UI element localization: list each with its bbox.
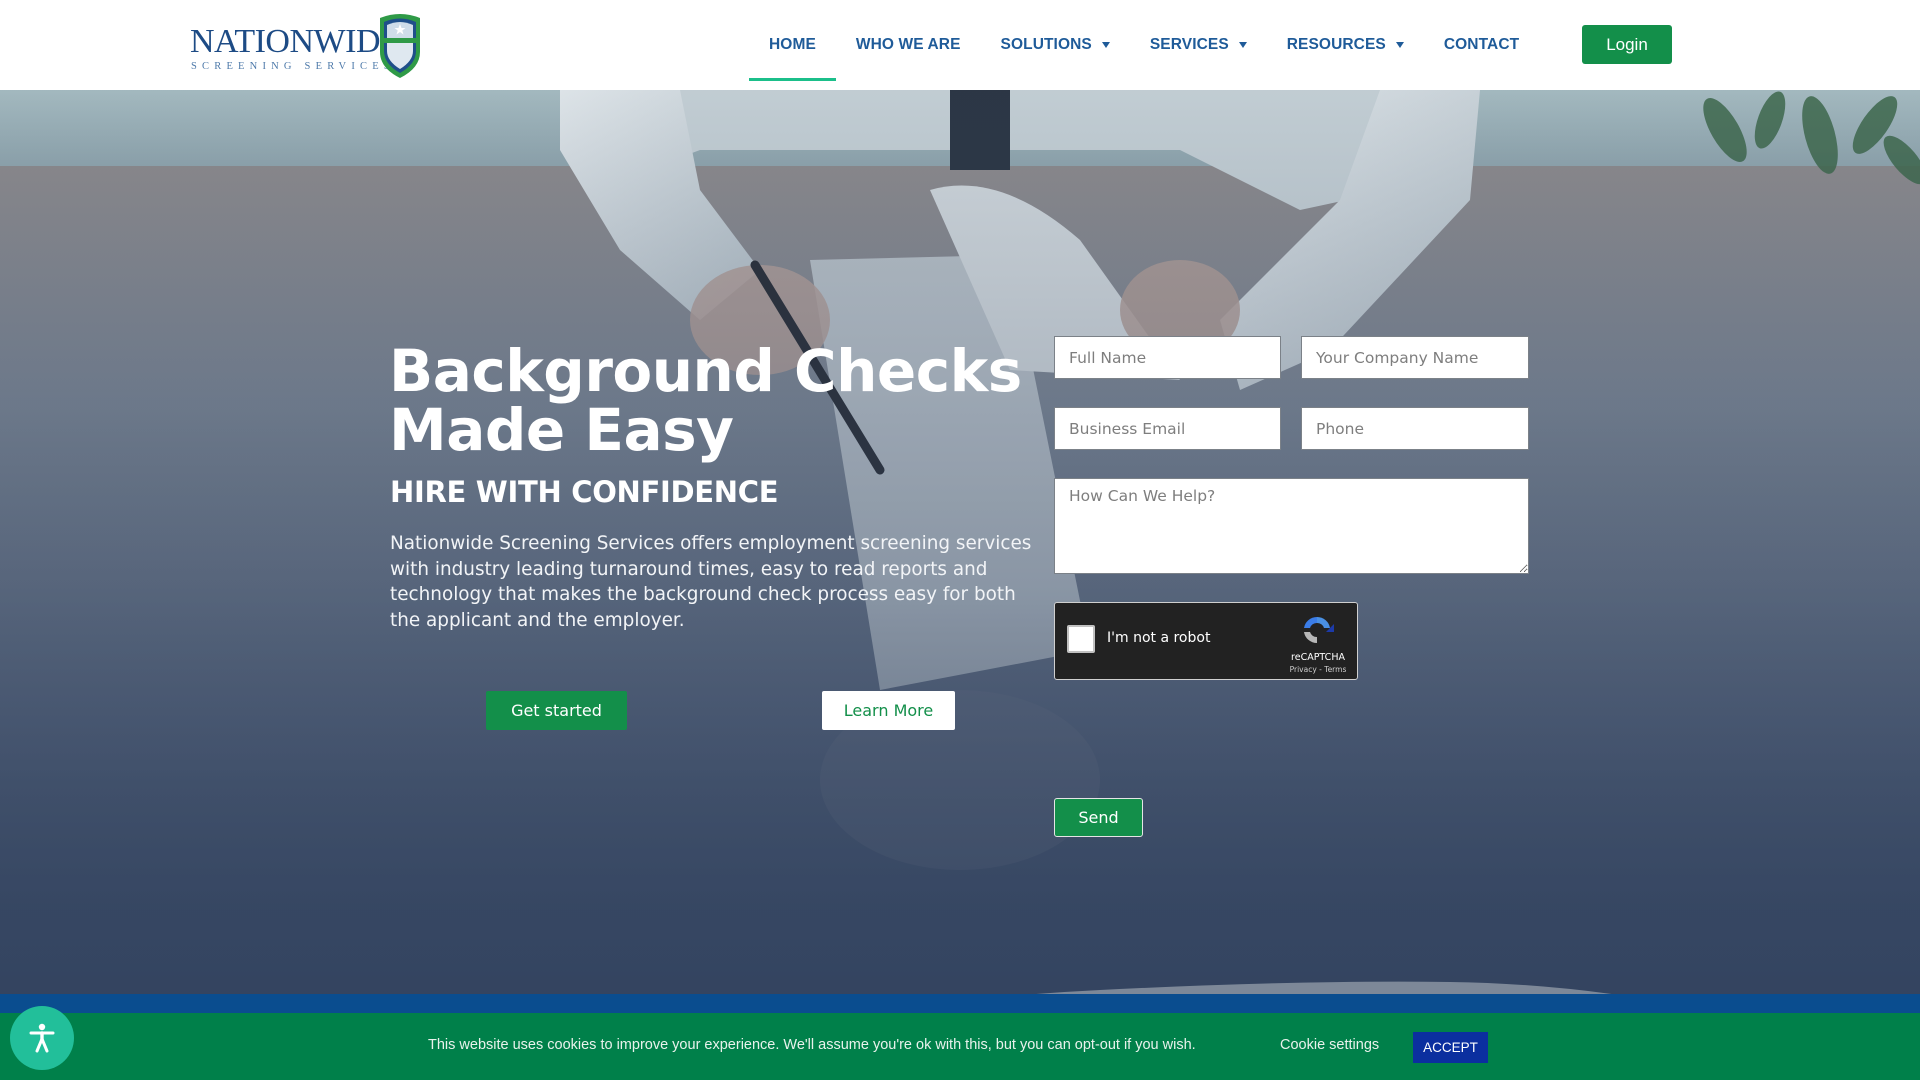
nav-item-who-we-are[interactable]: WHO WE ARE	[836, 0, 981, 90]
learn-more-button[interactable]: Learn More	[822, 691, 955, 730]
nav-label: HOME	[769, 36, 816, 53]
nav-label: RESOURCES	[1286, 36, 1386, 53]
main-nav: HOME WHO WE ARE SOLUTIONS SERVICES RESOU…	[749, 0, 1539, 90]
nav-item-solutions[interactable]: SOLUTIONS	[981, 0, 1130, 90]
company-name-input[interactable]	[1301, 336, 1529, 379]
site-header: NATIONWIDE SCREENING SERVICES HOME WHO W…	[0, 0, 1920, 90]
nav-item-resources[interactable]: RESOURCES	[1267, 0, 1424, 90]
site-logo[interactable]: NATIONWIDE SCREENING SERVICES	[188, 12, 424, 80]
recaptcha-privacy-link[interactable]: Privacy	[1290, 665, 1317, 674]
nav-label: SERVICES	[1149, 36, 1229, 53]
logo-wordmark: NATIONWIDE	[190, 23, 401, 60]
nav-label: WHO WE ARE	[855, 36, 961, 53]
shield-star-icon	[380, 14, 420, 78]
get-started-button[interactable]: Get started	[486, 691, 627, 730]
message-textarea[interactable]	[1054, 478, 1529, 574]
caret-down-icon	[1238, 42, 1247, 48]
caret-down-icon	[1101, 42, 1110, 48]
nav-item-contact[interactable]: CONTACT	[1424, 0, 1539, 90]
cookie-accept-button[interactable]: ACCEPT	[1413, 1032, 1488, 1063]
recaptcha-widget: I'm not a robot reCAPTCHA Privacy - Term…	[1054, 602, 1358, 680]
recaptcha-brand: reCAPTCHA	[1291, 652, 1345, 663]
phone-input[interactable]	[1301, 407, 1529, 450]
recaptcha-links: Privacy - Terms	[1280, 665, 1356, 674]
cookie-settings-link[interactable]: Cookie settings	[1280, 1037, 1379, 1053]
full-name-input[interactable]	[1054, 336, 1281, 379]
hero-title: Background Checks Made Easy	[389, 337, 1022, 464]
business-email-input[interactable]	[1054, 407, 1281, 450]
caret-down-icon	[1395, 42, 1404, 48]
cookie-consent-bar: This website uses cookies to improve you…	[0, 1013, 1920, 1080]
hero-section: Background Checks Made Easy HIRE WITH CO…	[0, 90, 1920, 994]
recaptcha-checkbox[interactable]	[1067, 625, 1095, 653]
hero-description: Nationwide Screening Services offers emp…	[390, 533, 1032, 632]
wave-divider	[1036, 981, 1612, 994]
recaptcha-label: I'm not a robot	[1107, 630, 1211, 646]
recaptcha-logo-icon	[1304, 616, 1334, 644]
nav-item-services[interactable]: SERVICES	[1130, 0, 1267, 90]
logo-tagline: SCREENING SERVICES	[191, 61, 395, 72]
login-button[interactable]: Login	[1582, 25, 1672, 64]
hero-subtitle: HIRE WITH CONFIDENCE	[390, 475, 779, 509]
send-button[interactable]: Send	[1054, 798, 1143, 837]
nav-label: CONTACT	[1443, 36, 1520, 53]
accessibility-person-icon	[29, 1023, 55, 1053]
recaptcha-terms-link[interactable]: Terms	[1324, 665, 1346, 674]
accessibility-button[interactable]	[10, 1006, 74, 1070]
nav-label: SOLUTIONS	[1000, 36, 1092, 53]
nav-item-home[interactable]: HOME	[749, 0, 836, 90]
cookie-message: This website uses cookies to improve you…	[428, 1037, 1196, 1053]
